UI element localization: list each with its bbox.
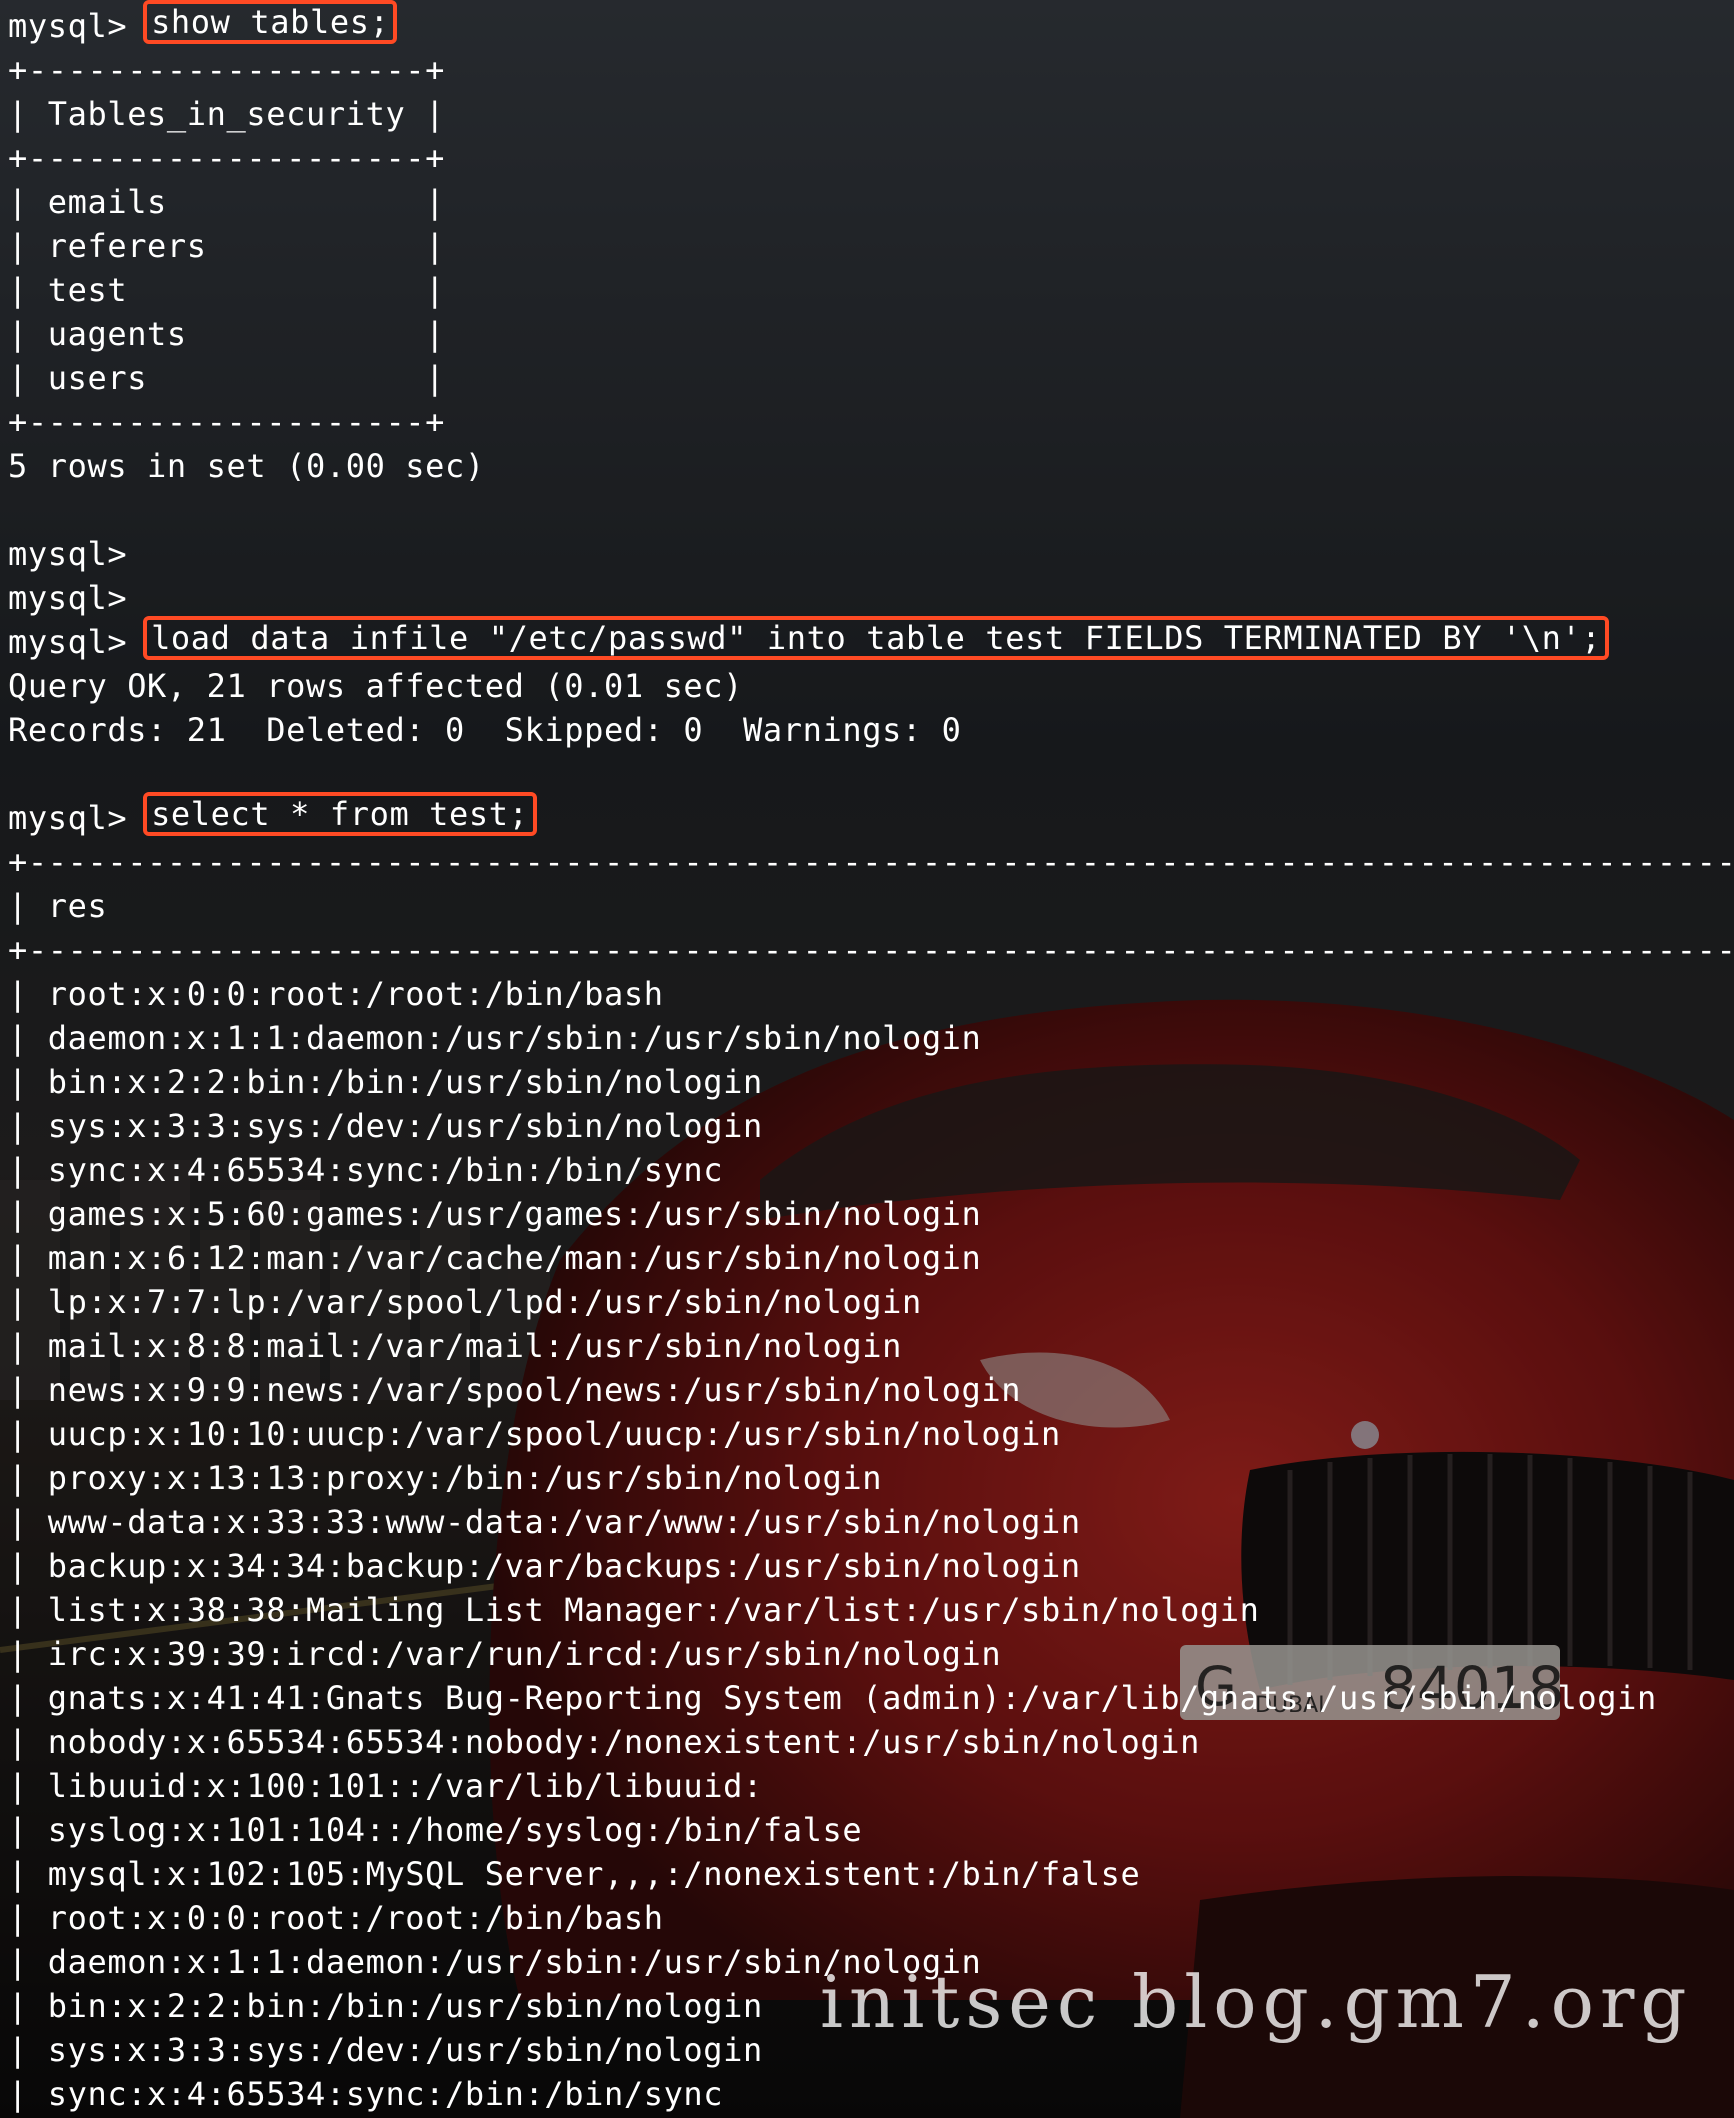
terminal-output-line: | gnats:x:41:41:Gnats Bug-Reporting Syst… bbox=[8, 1679, 1734, 1717]
terminal-output-line: | irc:x:39:39:ircd:/var/run/ircd:/usr/sb… bbox=[8, 1635, 1734, 1673]
terminal-output-line: | list:x:38:38:Mailing List Manager:/var… bbox=[8, 1591, 1734, 1629]
terminal-output-line: | uucp:x:10:10:uucp:/var/spool/uucp:/usr… bbox=[8, 1415, 1734, 1453]
highlighted-command: select * from test; bbox=[143, 792, 537, 836]
terminal-command-line: mysql> load data infile "/etc/passwd" in… bbox=[8, 616, 1730, 664]
terminal-output-line: Records: 21 Deleted: 0 Skipped: 0 Warnin… bbox=[8, 711, 962, 749]
terminal-output-line: +---------------------------------------… bbox=[8, 843, 1734, 881]
terminal-output-line: | Tables_in_security | bbox=[8, 95, 446, 133]
terminal-output-line: | root:x:0:0:root:/root:/bin/bash | bbox=[8, 975, 1734, 1013]
terminal-output-line: | test | bbox=[8, 271, 446, 309]
terminal-output-line: +--------------------+ bbox=[8, 51, 446, 89]
terminal-output-line: | mail:x:8:8:mail:/var/mail:/usr/sbin/no… bbox=[8, 1327, 1734, 1365]
watermark-text: initsec blog.gm7.org bbox=[820, 1960, 1693, 2044]
terminal-output-line: | root:x:0:0:root:/root:/bin/bash | bbox=[8, 1899, 1734, 1937]
terminal-output-line: | sync:x:4:65534:sync:/bin:/bin/sync | bbox=[8, 2075, 1734, 2113]
terminal-command-line: mysql> show tables; bbox=[8, 0, 1730, 48]
terminal-output-line: | bin:x:2:2:bin:/bin:/usr/sbin/nologin | bbox=[8, 1063, 1734, 1101]
terminal-output-line: | www-data:x:33:33:www-data:/var/www:/us… bbox=[8, 1503, 1734, 1541]
terminal-output-line: Query OK, 21 rows affected (0.01 sec) bbox=[8, 667, 744, 705]
mysql-prompt: mysql> bbox=[8, 623, 148, 661]
mysql-prompt: mysql> bbox=[8, 7, 148, 45]
terminal-output-line: | sync:x:4:65534:sync:/bin:/bin/sync | bbox=[8, 1151, 1734, 1189]
terminal-output-line: +---------------------------------------… bbox=[8, 931, 1734, 969]
terminal-output-line: | mysql:x:102:105:MySQL Server,,,:/nonex… bbox=[8, 1855, 1734, 1893]
terminal-output-line: | users | bbox=[8, 359, 446, 397]
terminal-output: mysql> show tables; +--------------------… bbox=[8, 0, 1734, 2116]
terminal-output-line: | games:x:5:60:games:/usr/games:/usr/sbi… bbox=[8, 1195, 1734, 1233]
terminal-output-line: +--------------------+ bbox=[8, 139, 446, 177]
terminal-output-line: | nobody:x:65534:65534:nobody:/nonexiste… bbox=[8, 1723, 1734, 1761]
terminal-output-line: | proxy:x:13:13:proxy:/bin:/usr/sbin/nol… bbox=[8, 1459, 1734, 1497]
terminal-output-line: | daemon:x:1:1:daemon:/usr/sbin:/usr/sbi… bbox=[8, 1019, 1734, 1057]
terminal-output-line: | res | bbox=[8, 887, 1734, 925]
terminal-output-line: | backup:x:34:34:backup:/var/backups:/us… bbox=[8, 1547, 1734, 1585]
terminal-output-line: | emails | bbox=[8, 183, 446, 221]
terminal-output-line: | man:x:6:12:man:/var/cache/man:/usr/sbi… bbox=[8, 1239, 1734, 1277]
terminal-output-line: 5 rows in set (0.00 sec) bbox=[8, 447, 485, 485]
highlighted-command: show tables; bbox=[143, 0, 398, 44]
terminal-output-line: | referers | bbox=[8, 227, 446, 265]
terminal-output-line: | sys:x:3:3:sys:/dev:/usr/sbin/nologin | bbox=[8, 1107, 1734, 1145]
terminal-output-line: | uagents | bbox=[8, 315, 446, 353]
terminal-output-line: | syslog:x:101:104::/home/syslog:/bin/fa… bbox=[8, 1811, 1734, 1849]
terminal-output-line: +--------------------+ bbox=[8, 403, 446, 441]
terminal-output-line: mysql> bbox=[8, 535, 128, 573]
terminal-output-line: mysql> bbox=[8, 579, 128, 617]
terminal-output-line: | libuuid:x:100:101::/var/lib/libuuid: | bbox=[8, 1767, 1734, 1805]
terminal-output-line: | news:x:9:9:news:/var/spool/news:/usr/s… bbox=[8, 1371, 1734, 1409]
terminal-command-line: mysql> select * from test; bbox=[8, 792, 1730, 840]
mysql-prompt: mysql> bbox=[8, 799, 148, 837]
highlighted-command: load data infile "/etc/passwd" into tabl… bbox=[143, 616, 1610, 660]
terminal-output-line: | lp:x:7:7:lp:/var/spool/lpd:/usr/sbin/n… bbox=[8, 1283, 1734, 1321]
